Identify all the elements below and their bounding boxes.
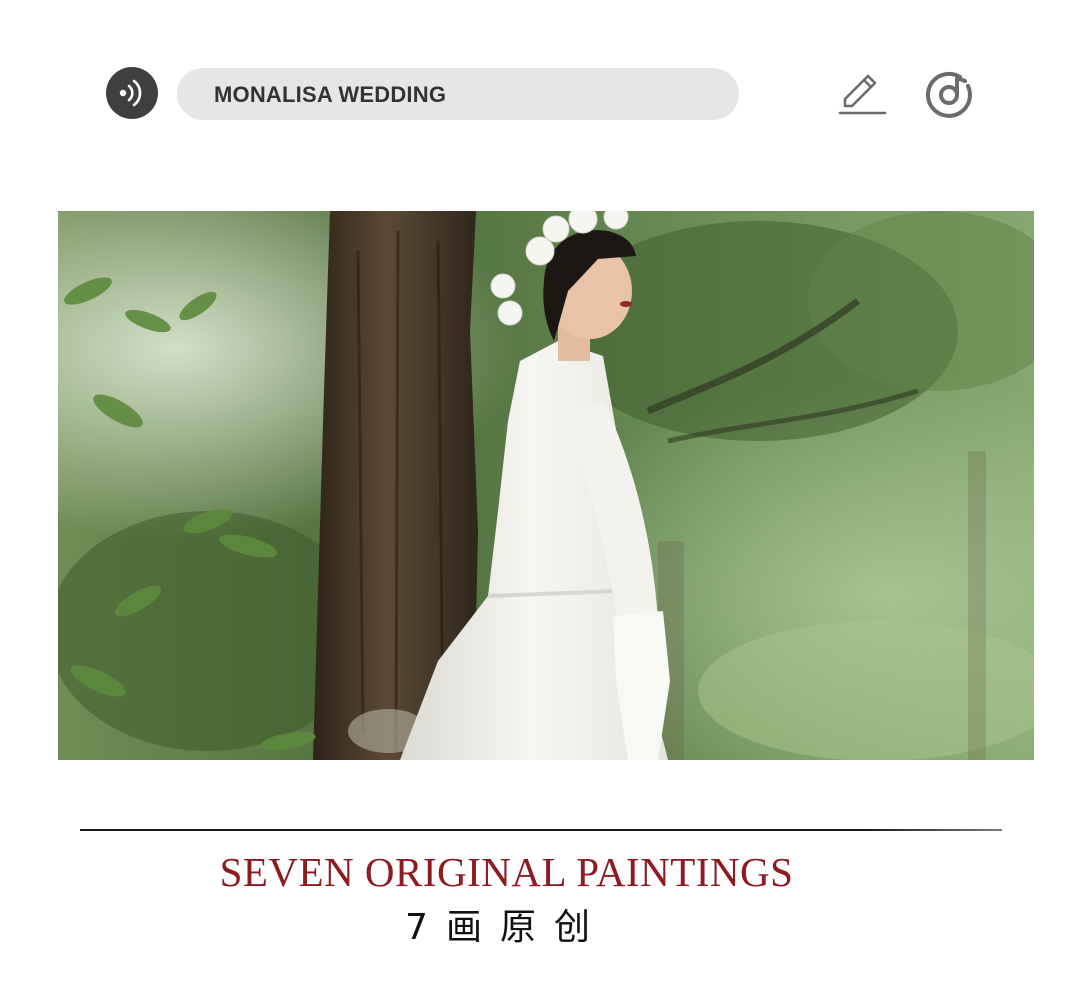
music-disc-icon [925, 71, 972, 118]
section-title-en: SEVEN ORIGINAL PAINTINGS [219, 849, 794, 895]
section-title-cn: 7画原创 [405, 907, 608, 948]
top-toolbar: MONALISA WEDDING [0, 0, 1080, 190]
audio-wave-icon [119, 79, 142, 107]
audio-button[interactable] [106, 67, 158, 119]
hero-photo [58, 211, 1034, 760]
pencil-edit-icon [838, 74, 887, 115]
music-button[interactable] [922, 68, 976, 122]
search-text: MONALISA WEDDING [214, 82, 447, 107]
bride-in-forest-photo [58, 211, 1034, 760]
search-bar[interactable]: MONALISA WEDDING [177, 68, 739, 120]
section-divider [80, 829, 1002, 831]
edit-button[interactable] [835, 66, 889, 120]
